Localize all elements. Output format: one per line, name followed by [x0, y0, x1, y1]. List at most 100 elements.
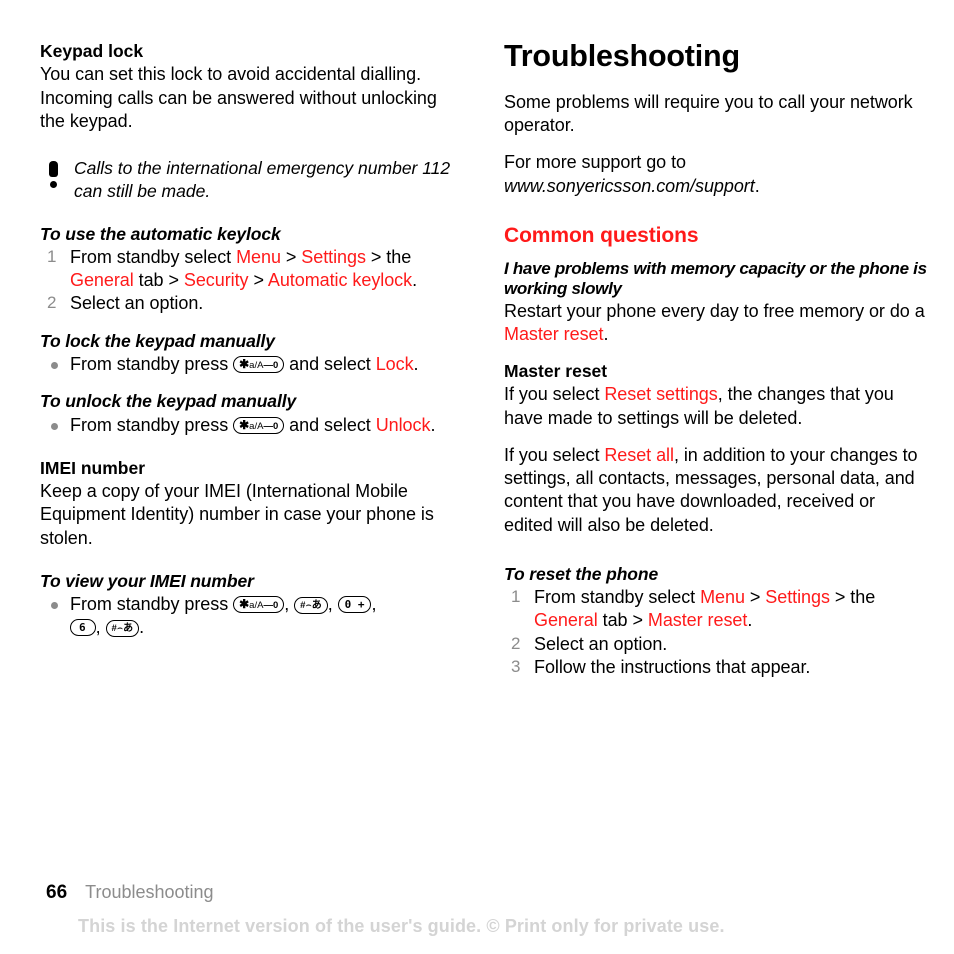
key-six-icon: 6 [70, 619, 96, 637]
bullets-view-imei: From standby press ✱a/A—0, #⌢あ, 0 +, 6, #… [40, 593, 462, 639]
menu-item-lock: Lock [375, 353, 414, 374]
step-text: Select an option. [534, 633, 668, 654]
key-hash-icon: #⌢あ [294, 597, 328, 615]
step-text: > the [365, 246, 412, 267]
menu-item-security: Security [183, 270, 249, 291]
heading-to-view-imei-number: To view your IMEI number [40, 570, 254, 591]
footer-chapter-name: Troubleshooting [85, 882, 214, 902]
key-star-aA-icon: ✱a/A—0 [233, 596, 285, 614]
question-memory-capacity: I have problems with memory capacity or … [504, 258, 927, 298]
step-text: > [280, 246, 302, 267]
left-column: Keypad lock You can set this lock to avo… [0, 40, 472, 679]
step-text: . [747, 610, 753, 631]
menu-item-reset-settings: Reset settings [604, 384, 718, 405]
answer-after: . [603, 323, 609, 344]
heading-imei-number: IMEI number [40, 457, 146, 478]
manual-page: Keypad lock You can set this lock to avo… [0, 0, 954, 954]
key-star-aA-icon: ✱a/A—0 [233, 355, 285, 373]
page-number: 66 [46, 882, 68, 903]
step-text-before: From standby press [70, 594, 234, 615]
answer-before: Restart your phone every day to free mem… [504, 300, 925, 321]
menu-item-menu: Menu [236, 246, 281, 267]
footer-watermark: This is the Internet version of the user… [78, 916, 725, 936]
menu-item-menu: Menu [700, 587, 745, 608]
steps-reset-phone: 1 From standby select Menu > Settings > t… [504, 586, 928, 679]
step-text: Follow the instructions that appear. [534, 656, 811, 677]
menu-item-reset-all: Reset all [604, 444, 674, 465]
list-item: 2 Select an option. [40, 292, 462, 315]
heading-common-questions: Common questions [504, 223, 699, 247]
step-number: 3 [511, 656, 521, 676]
paragraph-intro-1: Some problems will require you to call y… [504, 91, 913, 136]
steps-automatic-keylock: 1 From standby select Menu > Settings > t… [40, 246, 462, 316]
step-text-after: . [139, 617, 145, 638]
step-text-before: From standby press [70, 353, 234, 374]
heading-to-unlock-keypad-manually: To unlock the keypad manually [40, 391, 297, 412]
heading-to-reset-the-phone: To reset the phone [504, 563, 659, 584]
step-text-after: . [413, 353, 419, 374]
list-item: 1 From standby select Menu > Settings > t… [40, 246, 462, 292]
step-number: 1 [47, 246, 57, 266]
menu-item-general: General [70, 270, 134, 291]
paragraph-reset-all: If you select Reset all, in addition to … [504, 444, 928, 537]
step-text: > the [829, 587, 876, 608]
step-text-middle: and select [284, 414, 376, 435]
heading-to-lock-keypad-manually: To lock the keypad manually [40, 330, 275, 351]
step-text-middle: and select [284, 353, 376, 374]
footer-line: 66 Troubleshooting [46, 882, 214, 904]
step-text: tab > [597, 610, 648, 631]
menu-item-master-reset: Master reset [647, 610, 748, 631]
bullet-dot-icon [51, 361, 58, 369]
menu-item-settings: Settings [301, 246, 366, 267]
step-text: > [248, 270, 268, 291]
right-column: Troubleshooting Some problems will requi… [472, 40, 954, 679]
step-text-before: From standby press [70, 414, 234, 435]
step-text: . [412, 270, 418, 291]
step-text-after: . [430, 414, 436, 435]
exclamation-icon [40, 157, 74, 203]
heading-master-reset: Master reset [504, 361, 608, 382]
step-number: 1 [511, 587, 521, 607]
intro-2-before: For more support go to [504, 152, 686, 173]
answer-memory-capacity: Restart your phone every day to free mem… [504, 300, 928, 346]
bullets-lock-manually: From standby press ✱a/A—0 and select Loc… [40, 353, 462, 376]
para1-before: If you select [504, 384, 605, 405]
note-text: Calls to the international emergency num… [74, 158, 451, 201]
para2-before: If you select [504, 444, 605, 465]
key-zero-plus-icon: 0 + [337, 596, 372, 614]
paragraph-imei: Keep a copy of your IMEI (International … [40, 481, 434, 548]
step-number: 2 [511, 633, 521, 653]
note-block: Calls to the international emergency num… [40, 157, 462, 203]
support-url: www.sonyericsson.com/support [504, 175, 755, 196]
menu-item-general: General [534, 610, 598, 631]
step-text: tab > [133, 270, 184, 291]
bullets-unlock-manually: From standby press ✱a/A—0 and select Unl… [40, 414, 462, 437]
page-footer: 66 Troubleshooting This is the Internet … [0, 874, 954, 954]
list-item: From standby press ✱a/A—0 and select Unl… [40, 414, 462, 437]
step-text: From standby select [534, 587, 701, 608]
paragraph-reset-settings: If you select Reset settings, the change… [504, 383, 928, 429]
step-text: From standby select [70, 246, 237, 267]
menu-item-automatic-keylock: Automatic keylock [267, 270, 413, 291]
paragraph-intro-2: For more support go to www.sonyericsson.… [504, 151, 928, 197]
menu-item-unlock: Unlock [375, 414, 431, 435]
heading-keypad-lock: Keypad lock [40, 41, 144, 61]
step-number: 2 [47, 293, 57, 313]
heading-to-use-automatic-keylock: To use the automatic keylock [40, 223, 281, 244]
link-master-reset: Master reset [504, 323, 604, 344]
bullet-dot-icon [51, 602, 58, 610]
list-item: 1 From standby select Menu > Settings > t… [504, 586, 928, 632]
key-hash-icon: #⌢あ [105, 620, 140, 638]
list-item: From standby press ✱a/A—0 and select Loc… [40, 353, 462, 376]
step-text: > [744, 587, 766, 608]
menu-item-settings: Settings [765, 587, 830, 608]
list-item: 3 Follow the instructions that appear. [504, 656, 928, 679]
key-star-aA-icon: ✱a/A—0 [233, 416, 285, 434]
list-item: 2 Select an option. [504, 633, 928, 656]
paragraph-keypad-lock: You can set this lock to avoid accidenta… [40, 64, 437, 131]
bullet-dot-icon [51, 422, 58, 430]
intro-2-after: . [754, 175, 760, 196]
step-text: Select an option. [70, 293, 204, 314]
list-item: From standby press ✱a/A—0, #⌢あ, 0 +, 6, #… [40, 593, 462, 639]
two-column-layout: Keypad lock You can set this lock to avo… [0, 40, 954, 679]
